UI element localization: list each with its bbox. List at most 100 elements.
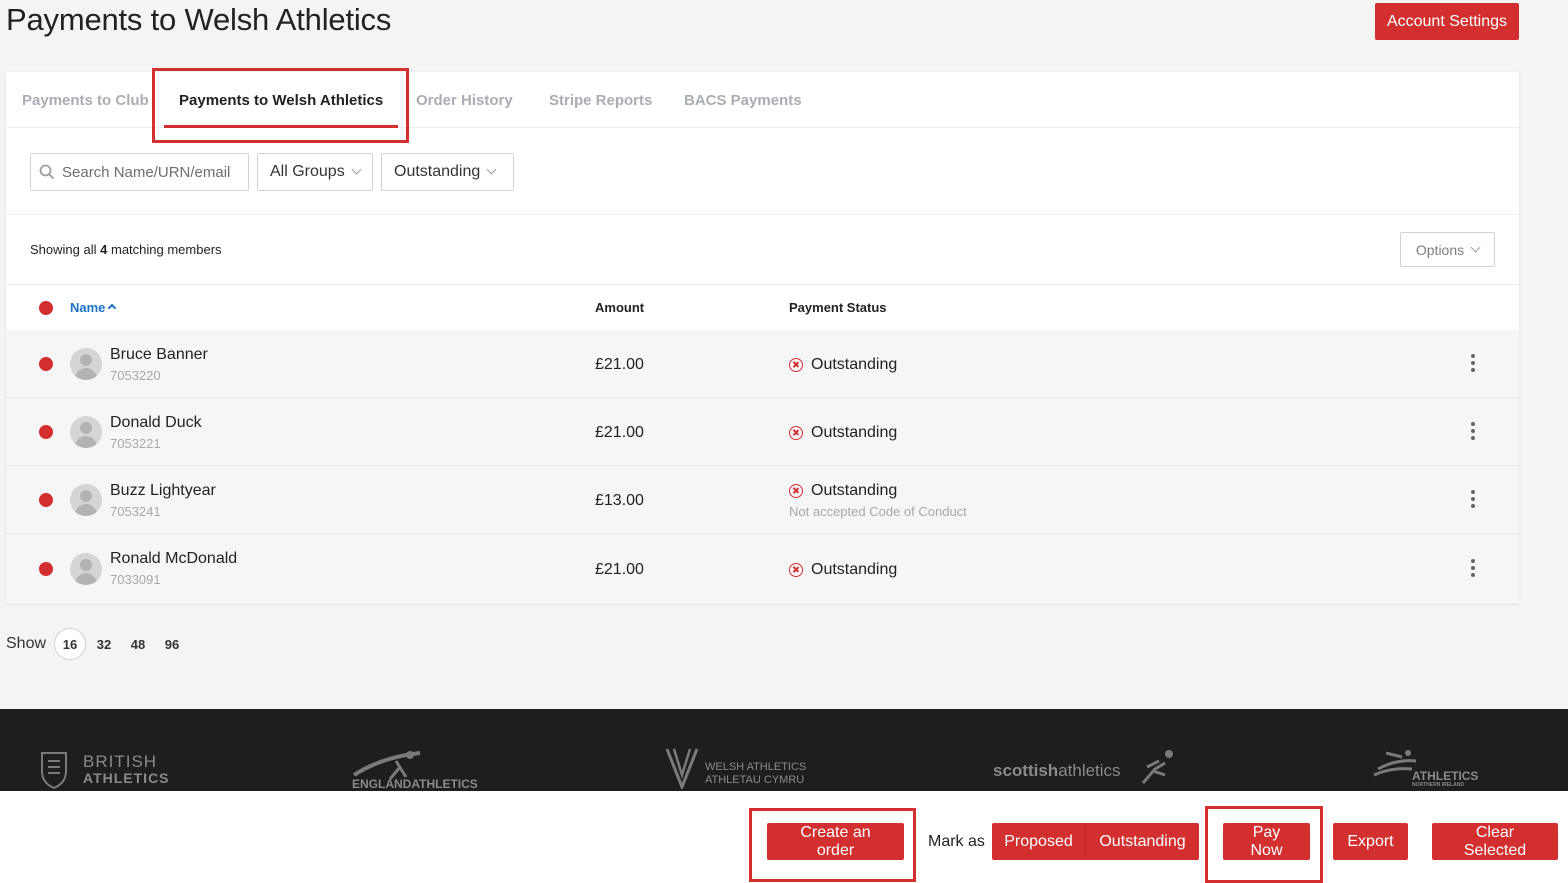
payment-status: Outstanding [789, 424, 897, 442]
mark-as-label: Mark as [928, 833, 985, 850]
crest-icon [41, 752, 67, 789]
x-circle-icon [789, 358, 803, 372]
amount: £13.00 [595, 492, 644, 509]
column-name-label: Name [70, 300, 106, 315]
member-name[interactable]: Donald Duck [110, 414, 202, 432]
search-box[interactable] [30, 153, 249, 191]
payment-status: Outstanding [789, 482, 897, 500]
options-button[interactable]: Options [1400, 232, 1495, 267]
tab-stripe-reports[interactable]: Stripe Reports [549, 92, 652, 109]
amount: £21.00 [595, 356, 644, 373]
sort-ascending-icon [108, 303, 117, 313]
member-name[interactable]: Ronald McDonald [110, 550, 237, 568]
tab-bar: Payments to Club Payments to Welsh Athle… [6, 72, 1519, 128]
page-size-option[interactable]: 96 [156, 630, 188, 658]
tab-payments-to-welsh-athletics[interactable]: Payments to Welsh Athletics [179, 92, 383, 109]
select-all-indicator[interactable] [39, 301, 53, 315]
table-row[interactable]: Buzz Lightyear 7053241 £13.00 Outstandin… [6, 466, 1519, 534]
amount: £21.00 [595, 424, 644, 441]
avatar [70, 348, 102, 380]
summary-count: 4 [100, 242, 108, 257]
england-logo-line1: ENGLAND [352, 777, 412, 791]
search-input[interactable] [62, 163, 237, 181]
scottish-logo-line2: athletics [1058, 761, 1121, 780]
footer: BRITISH ATHLETICS ENGLAND ATHLETICS WELSH… [0, 709, 1568, 791]
page-size-option[interactable]: 32 [88, 630, 120, 658]
member-urn: 7053241 [110, 504, 161, 519]
payment-status-note: Not accepted Code of Conduct [789, 504, 967, 519]
status-select[interactable]: Outstanding [381, 153, 514, 191]
tab-payments-to-club[interactable]: Payments to Club [22, 92, 149, 109]
british-logo-line2: ATHLETICS [83, 770, 170, 786]
member-urn: 7053220 [110, 368, 161, 383]
row-select-indicator[interactable] [39, 493, 53, 507]
more-options-icon[interactable] [1470, 559, 1476, 577]
payment-status-label: Outstanding [811, 424, 898, 441]
table-row[interactable]: Bruce Banner 7053220 £21.00 Outstanding [6, 330, 1519, 398]
table-header: Name Amount Payment Status [6, 284, 1519, 330]
table-row[interactable]: Donald Duck 7053221 £21.00 Outstanding [6, 398, 1519, 466]
payments-card: Payments to Club Payments to Welsh Athle… [6, 72, 1519, 603]
chevron-down-icon [486, 164, 497, 175]
results-summary: Showing all 4 matching members [30, 242, 222, 257]
summary-suffix: matching members [110, 242, 222, 257]
column-name[interactable]: Name [70, 300, 117, 315]
avatar [70, 553, 102, 585]
member-name[interactable]: Bruce Banner [110, 346, 208, 364]
welsh-logo-line2: ATHLETAU CYMRU [705, 774, 805, 786]
british-logo-line1: BRITISH [83, 752, 158, 771]
payment-status: Outstanding [789, 356, 897, 374]
row-select-indicator[interactable] [39, 425, 53, 439]
clear-selected-button[interactable]: Clear Selected [1432, 823, 1558, 860]
tab-order-history[interactable]: Order History [416, 92, 513, 109]
options-label: Options [1415, 241, 1465, 258]
row-select-indicator[interactable] [39, 357, 53, 371]
page-size-label: Show [6, 635, 47, 652]
ni-logo-line2: NORTHERN IRELAND [1412, 782, 1464, 788]
create-order-button[interactable]: Create an order [767, 823, 904, 860]
member-name[interactable]: Buzz Lightyear [110, 482, 216, 500]
page-size-option[interactable]: 48 [122, 630, 154, 658]
chevron-down-icon [351, 164, 362, 175]
active-tab-underline [164, 125, 398, 128]
ni-logo-line1: ATHLETICS [1412, 769, 1479, 783]
search-icon [39, 164, 55, 180]
runner-icon [1141, 750, 1173, 784]
mark-proposed-button[interactable]: Proposed [992, 823, 1085, 860]
bulk-action-bar: Create an order Mark as Proposed Outstan… [0, 791, 1568, 883]
member-urn: 7033091 [110, 572, 161, 587]
export-button[interactable]: Export [1333, 823, 1408, 860]
column-amount: Amount [595, 300, 645, 315]
avatar [70, 416, 102, 448]
payment-status-label: Outstanding [811, 482, 898, 499]
tab-bacs-payments[interactable]: BACS Payments [684, 92, 802, 109]
row-select-indicator[interactable] [39, 562, 53, 576]
amount: £21.00 [595, 561, 644, 578]
page-title: Payments to Welsh Athletics [6, 2, 392, 37]
pay-now-button[interactable]: Pay Now [1223, 823, 1310, 860]
page-size-option[interactable]: 16 [54, 628, 87, 660]
table-row[interactable]: Ronald McDonald 7033091 £21.00 Outstandi… [6, 534, 1519, 602]
scottish-logo-line1: scottish [993, 761, 1059, 780]
avatar [70, 484, 102, 516]
member-urn: 7053221 [110, 436, 161, 451]
x-circle-icon [789, 563, 803, 577]
more-options-icon[interactable] [1470, 354, 1476, 372]
payment-status-label: Outstanding [811, 561, 898, 578]
mark-outstanding-button[interactable]: Outstanding [1085, 823, 1199, 860]
welsh-logo-line1: WELSH ATHLETICS [705, 761, 807, 773]
status-select-value: Outstanding [394, 163, 481, 180]
page-size-selector: Show 16 32 48 96 [6, 628, 190, 660]
payment-status-label: Outstanding [811, 356, 898, 373]
more-options-icon[interactable] [1470, 422, 1476, 440]
more-options-icon[interactable] [1470, 490, 1476, 508]
x-circle-icon [789, 484, 803, 498]
group-select-value: All Groups [270, 163, 345, 180]
column-payment-status: Payment Status [789, 300, 887, 315]
x-circle-icon [789, 426, 803, 440]
chevron-down-icon [1470, 242, 1481, 252]
group-select[interactable]: All Groups [257, 153, 373, 191]
account-settings-button[interactable]: Account Settings [1375, 3, 1519, 40]
payment-status: Outstanding [789, 561, 897, 579]
summary-prefix: Showing all [30, 242, 97, 257]
